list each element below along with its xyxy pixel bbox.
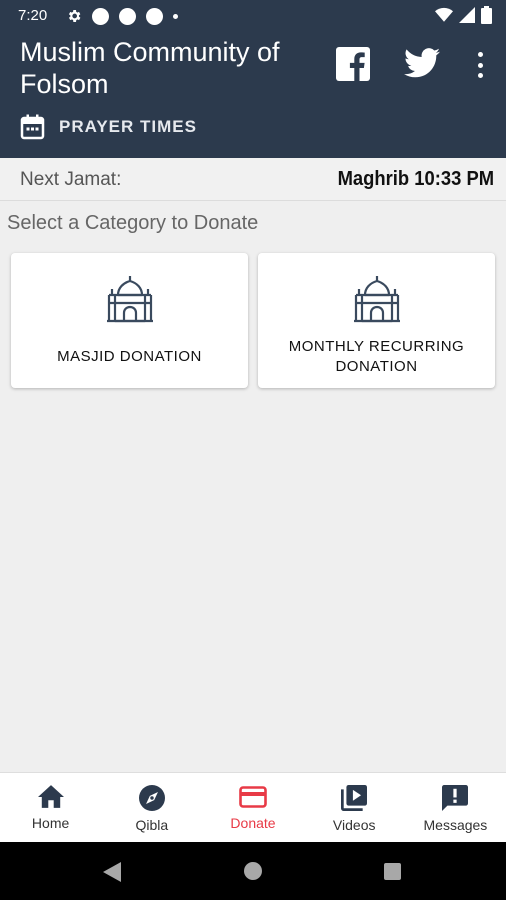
nav-qibla[interactable]: Qibla <box>101 773 202 842</box>
monthly-recurring-donation-label: MONTHLY RECURRING DONATION <box>288 338 465 375</box>
masjid-donation-card[interactable]: MASJID DONATION <box>11 253 248 388</box>
more-options-button[interactable] <box>470 52 490 78</box>
facebook-button[interactable] <box>336 47 370 81</box>
nav-videos-label: Videos <box>332 817 376 833</box>
battery-icon <box>481 6 492 24</box>
nav-donate[interactable]: Donate <box>202 773 303 842</box>
back-icon[interactable] <box>103 862 121 882</box>
nav-messages[interactable]: Messages <box>405 773 506 842</box>
home-circle-icon[interactable] <box>244 862 262 880</box>
status-icons-left <box>66 7 178 25</box>
facebook-icon <box>336 47 370 81</box>
nav-messages-label: Messages <box>423 817 488 833</box>
donate-section-title: Select a Category to Donate <box>7 212 259 234</box>
mosque-icon <box>353 276 400 323</box>
nav-home-label: Home <box>31 815 70 831</box>
message-alert-icon <box>442 785 469 811</box>
twitter-button[interactable] <box>404 48 440 80</box>
credit-card-icon <box>239 786 267 808</box>
home-icon <box>37 785 64 808</box>
notification-dot-icon <box>119 7 136 25</box>
calendar-icon <box>20 114 45 140</box>
next-jamat-value: Maghrib 10:33 PM <box>337 168 494 190</box>
notification-dot-icon <box>146 7 163 25</box>
twitter-icon <box>404 48 440 78</box>
nav-home[interactable]: Home <box>0 773 101 842</box>
settings-icon <box>68 10 81 22</box>
monthly-recurring-donation-card[interactable]: MONTHLY RECURRING DONATION <box>258 253 495 388</box>
status-bar: 7:20 <box>0 0 506 32</box>
notification-dot-icon <box>92 7 109 25</box>
prayer-times-label: PRAYER TIMES <box>59 117 197 136</box>
status-time: 7:20 <box>18 7 48 24</box>
bottom-navigation: Home Qibla Donate Videos Messages <box>0 772 506 842</box>
app-header: Muslim Community of Folsom PRAYER TIMES <box>0 32 506 158</box>
system-navigation-bar <box>0 842 506 900</box>
app-title: Muslim Community of Folsom <box>20 37 280 99</box>
recents-icon[interactable] <box>384 863 401 880</box>
compass-icon <box>138 785 165 811</box>
mosque-icon <box>106 276 153 323</box>
small-dot-icon <box>173 13 178 19</box>
masjid-donation-label: MASJID DONATION <box>57 348 202 365</box>
next-jamat-label: Next Jamat: <box>20 169 122 190</box>
nav-qibla-label: Qibla <box>135 817 169 833</box>
status-icons-right <box>435 6 492 24</box>
more-vert-icon <box>477 52 483 57</box>
video-library-icon <box>341 785 368 811</box>
signal-icon <box>459 7 475 23</box>
next-jamat-bar: Next Jamat: Maghrib 10:33 PM <box>0 158 506 201</box>
wifi-icon <box>435 7 453 22</box>
prayer-times-button[interactable]: PRAYER TIMES <box>20 114 197 140</box>
nav-donate-label: Donate <box>230 815 276 831</box>
nav-videos[interactable]: Videos <box>304 773 405 842</box>
